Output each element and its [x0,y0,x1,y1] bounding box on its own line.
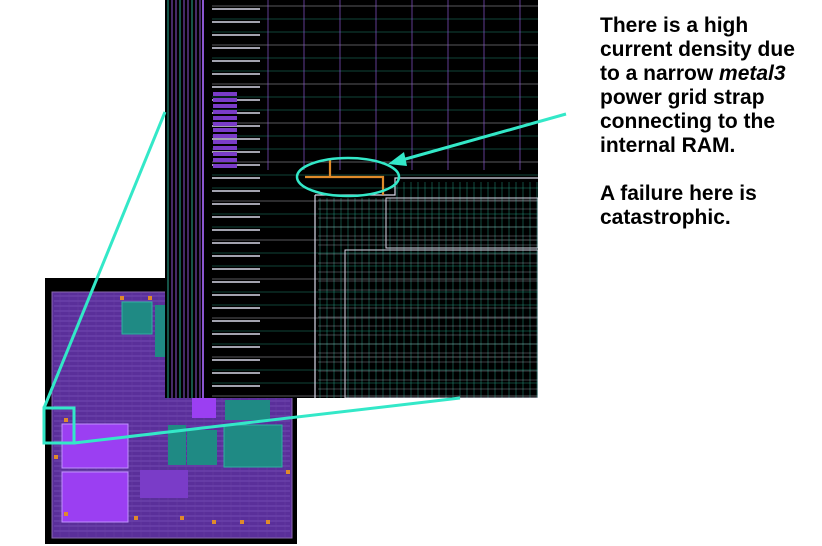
pad-cell [213,110,237,114]
chip-pad [286,470,290,474]
pad-cell [213,146,237,150]
chip-pad [148,296,152,300]
chip-pad [266,520,270,524]
chip-pad [180,516,184,520]
pad-cell [213,140,237,144]
chip-pad [64,512,68,516]
chip-ram-block [192,398,216,418]
pad-cell [213,152,237,156]
chip-teal-block [225,400,270,420]
chip-ram-block [61,423,129,469]
callout-text: There is a high current density due to a… [600,14,818,230]
pad-cell [213,98,237,102]
callout-italic-metal3: metal3 [719,62,786,85]
pad-cell [213,122,237,126]
chip-pad [240,520,244,524]
callout-line2: power grid strap connecting to the inter… [600,86,775,157]
failure-paragraph: A failure here is catastrophic. [600,182,757,229]
pad-cell [213,92,237,96]
pad-cell [213,104,237,108]
chip-pad [212,520,216,524]
chip-teal-block [121,301,153,335]
chip-ram-block [140,470,188,498]
pad-cell [213,128,237,132]
pad-cell [213,134,237,138]
chip-ram-block [61,471,129,523]
pad-cell [213,116,237,120]
chip-teal-block [187,430,217,465]
chip-pad [64,418,68,422]
chip-pad [120,296,124,300]
chip-pad [134,516,138,520]
chip-pad [54,455,58,459]
zoomed-layout [165,0,538,398]
pad-cell [213,158,237,162]
callout-paragraph: There is a high current density due to a… [600,14,818,158]
pad-cell [213,164,237,168]
chip-teal-block [223,424,283,468]
